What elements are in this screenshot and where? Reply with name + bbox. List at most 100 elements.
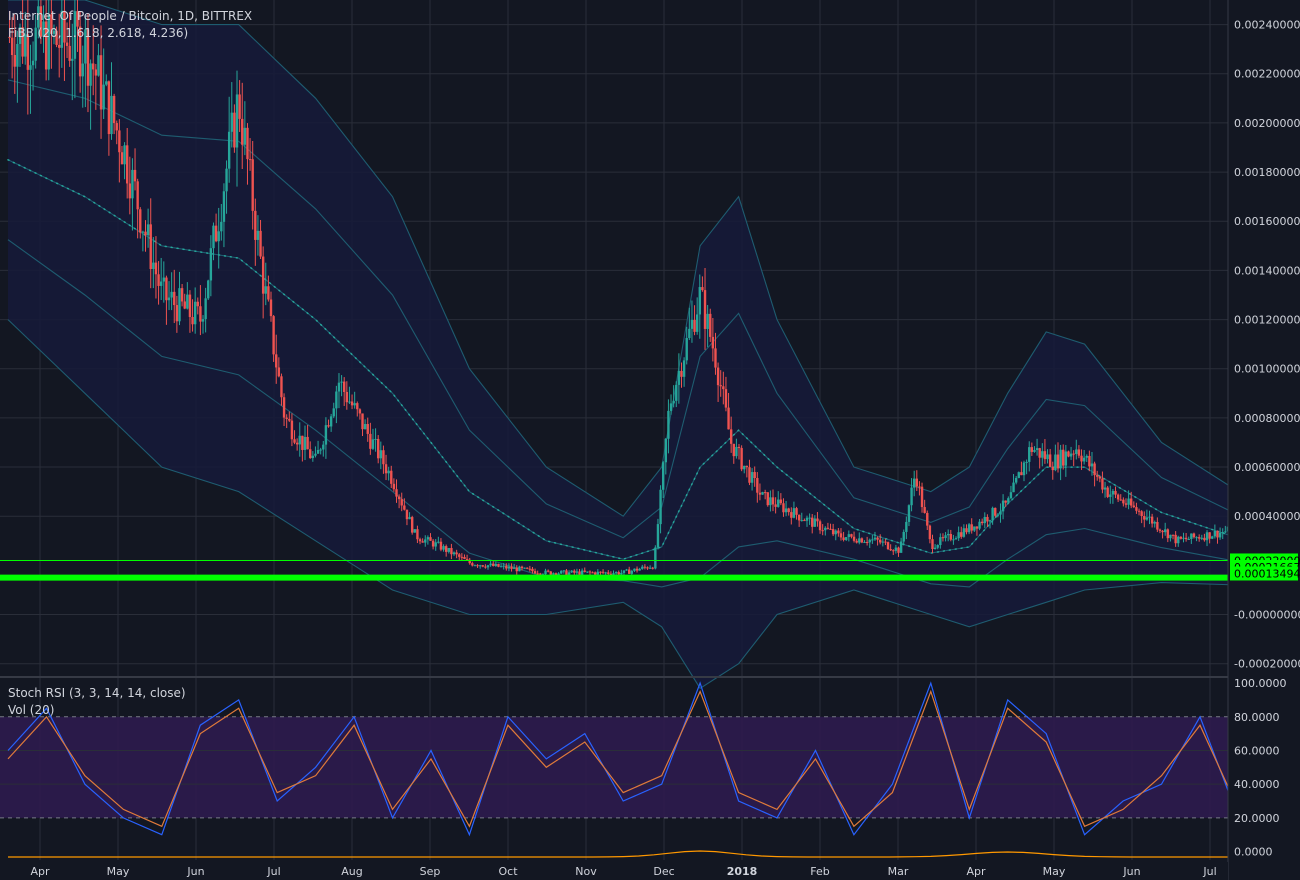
candle-body <box>1020 472 1023 476</box>
candle-body <box>1169 534 1172 539</box>
candle-body <box>758 492 762 495</box>
candle-body <box>750 472 754 483</box>
candle-body <box>743 465 746 470</box>
candle-body <box>481 565 484 567</box>
candle-body <box>1111 490 1115 495</box>
candle-body <box>29 65 32 70</box>
candle-body <box>233 112 236 148</box>
candle-body <box>1075 449 1078 454</box>
candle-body <box>790 512 793 518</box>
candle-body <box>915 478 919 487</box>
candle-body <box>607 572 610 574</box>
candle-body <box>1098 476 1102 479</box>
candle-body <box>688 328 691 339</box>
candle-body <box>1208 532 1211 539</box>
candle-body <box>465 558 469 560</box>
candle-body <box>128 183 132 199</box>
candle-body <box>831 529 835 535</box>
candle-body <box>1171 534 1175 536</box>
chart-title: Internet Of People / Bitcoin, 1D, BITTRE… <box>8 9 253 23</box>
candle-body <box>570 570 573 573</box>
candle-body <box>954 538 958 540</box>
candle-body <box>1038 448 1041 458</box>
candle-body <box>669 403 673 411</box>
candle-body <box>803 520 806 522</box>
candle-body <box>295 442 299 445</box>
stoch-y-tick-label: 100.0000 <box>1234 677 1287 690</box>
candle-body <box>740 448 743 470</box>
candle-body <box>1218 532 1222 538</box>
candle-body <box>424 539 427 543</box>
candle-body <box>442 546 445 550</box>
candle-body <box>996 514 1000 516</box>
candle-body <box>910 487 913 506</box>
candle-body <box>907 505 911 522</box>
candle-body <box>622 570 626 573</box>
candle-body <box>1056 454 1060 469</box>
candle-body <box>1124 503 1128 505</box>
y-tick-label: 0.00140000 <box>1234 264 1300 277</box>
candle-body <box>967 524 971 533</box>
candle-body <box>175 305 179 322</box>
candle-body <box>1179 536 1183 539</box>
candle-body <box>1195 537 1198 539</box>
y-tick-label: 0.00120000 <box>1234 314 1300 327</box>
candle-body <box>528 568 532 570</box>
candle-body <box>431 540 435 547</box>
candle-body <box>13 55 16 67</box>
candle-body <box>471 563 474 566</box>
candle-body <box>839 533 843 538</box>
candle-body <box>635 568 639 571</box>
candle-body <box>748 467 751 483</box>
candle-body <box>118 130 121 153</box>
candle-body <box>376 438 380 459</box>
candle-body <box>729 429 733 444</box>
candle-body <box>994 507 997 516</box>
candle-body <box>207 280 210 299</box>
candle-body <box>335 391 338 409</box>
candle-body <box>526 567 529 569</box>
candle-body <box>892 550 895 552</box>
candle-body <box>241 118 244 145</box>
candle-body <box>983 516 986 524</box>
candle-body <box>361 413 364 430</box>
candle-body <box>178 288 181 322</box>
candle-body <box>821 530 824 532</box>
candle-body <box>1143 516 1146 520</box>
candle-body <box>1156 522 1159 530</box>
candle-body <box>659 489 662 525</box>
candle-body <box>970 524 973 531</box>
candle-body <box>238 94 241 119</box>
candle-body <box>68 45 71 61</box>
candle-body <box>149 224 152 270</box>
candle-body <box>1088 455 1091 467</box>
candle-body <box>1072 453 1075 455</box>
candle-body <box>980 521 984 524</box>
candle-body <box>795 508 798 515</box>
candle-body <box>884 541 887 543</box>
candle-body <box>473 565 477 567</box>
candle-body <box>1106 487 1109 497</box>
candle-body <box>588 571 592 573</box>
candle-body <box>878 539 882 543</box>
candle-body <box>695 314 699 332</box>
candle-body <box>583 570 586 572</box>
candle-body <box>614 572 618 574</box>
candle-body <box>301 435 304 450</box>
candle-body <box>416 529 419 540</box>
candle-body <box>847 534 851 538</box>
candle-body <box>450 547 453 555</box>
candle-body <box>494 563 498 566</box>
candle-body <box>71 58 74 61</box>
candle-body <box>259 230 262 257</box>
x-tick-label: Jul <box>1202 865 1216 878</box>
candle-body <box>235 94 239 148</box>
candle-body <box>863 542 866 544</box>
candle-body <box>546 570 550 572</box>
candle-body <box>285 417 288 419</box>
candle-body <box>316 449 320 454</box>
x-tick-label: Dec <box>653 865 674 878</box>
candle-body <box>573 570 576 573</box>
candle-body <box>685 338 688 361</box>
candle-body <box>1054 454 1057 471</box>
